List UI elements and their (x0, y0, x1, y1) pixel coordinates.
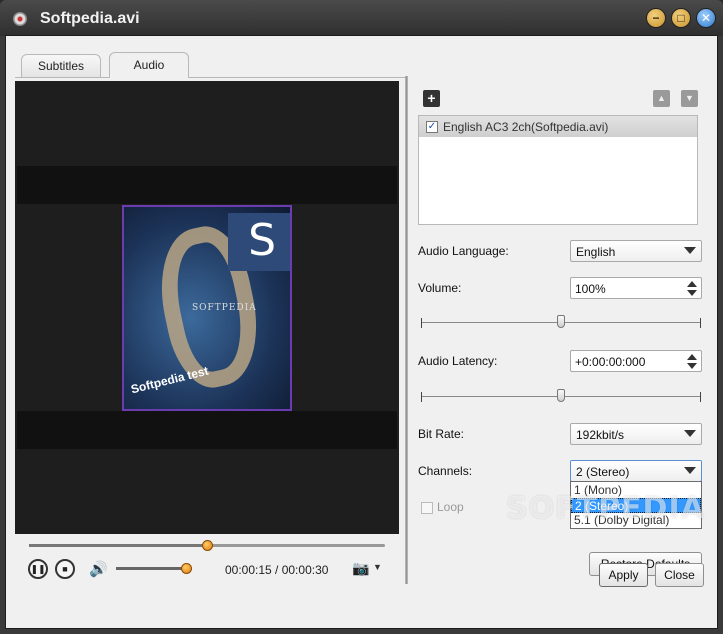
move-down-button[interactable]: ▼ (681, 90, 698, 107)
audio-settings-panel: + ▲ ▼ ✓ English AC3 2ch(Softpedia.avi) A… (411, 77, 711, 587)
seek-handle[interactable] (202, 540, 213, 551)
video-preview[interactable]: S SOFTPEDIA Softpedia test (15, 81, 399, 534)
audio-language-value: English (576, 245, 616, 259)
app-disc-icon (13, 12, 27, 26)
close-button[interactable]: Close (655, 563, 704, 587)
close-icon: ✕ (700, 11, 712, 25)
loop-checkbox[interactable] (421, 502, 433, 514)
chevron-down-icon (684, 430, 696, 437)
maximize-icon: □ (677, 11, 685, 25)
pause-icon: ❚❚ (30, 564, 46, 574)
letterbox-bottom (17, 411, 397, 449)
channels-value: 2 (Stereo) (576, 465, 630, 479)
speaker-icon[interactable]: 🔊 (89, 560, 108, 578)
channels-dropdown: 1 (Mono) 2 (Stereo) 5.1 (Dolby Digital) (570, 481, 702, 529)
minimize-button[interactable]: − (646, 8, 666, 28)
pause-button[interactable]: ❚❚ (28, 559, 48, 579)
window: Softpedia.avi − □ ✕ Subtitles Audio S SO… (0, 0, 723, 634)
audio-track-list[interactable]: ✓ English AC3 2ch(Softpedia.avi) (418, 115, 698, 225)
maximize-button[interactable]: □ (671, 8, 691, 28)
latency-slider[interactable] (421, 389, 701, 405)
camera-icon[interactable]: 📷 (352, 560, 369, 577)
move-up-button[interactable]: ▲ (653, 90, 670, 107)
seek-progress (29, 544, 207, 547)
dialog-body: Subtitles Audio S SOFTPEDIA Softpedia te… (6, 36, 717, 628)
slider-tick (700, 392, 701, 402)
loop-label: Loop (437, 500, 464, 514)
close-window-button[interactable]: ✕ (696, 8, 716, 28)
chevron-down-icon (684, 247, 696, 254)
track-checkbox[interactable]: ✓ (426, 121, 438, 133)
track-label: English AC3 2ch(Softpedia.avi) (443, 120, 609, 134)
volume-stepper[interactable]: 100% (570, 277, 702, 299)
poster-caption: Softpedia test (129, 363, 210, 397)
tab-audio[interactable]: Audio (109, 52, 189, 78)
stop-button[interactable]: ■ (55, 559, 75, 579)
audio-latency-value: +0:00:00:000 (575, 355, 646, 369)
slider-tick (421, 392, 422, 402)
tab-subtitles[interactable]: Subtitles (21, 54, 101, 78)
slider-tick (421, 318, 422, 328)
window-title: Softpedia.avi (40, 10, 140, 27)
minimize-icon: − (652, 11, 660, 25)
audio-language-label: Audio Language: (418, 244, 509, 258)
audio-language-select[interactable]: English (570, 240, 702, 262)
list-item[interactable]: ✓ English AC3 2ch(Softpedia.avi) (419, 116, 697, 137)
add-track-button[interactable]: + (423, 90, 440, 107)
slider-thumb[interactable] (557, 315, 565, 328)
video-frame: S SOFTPEDIA Softpedia test (122, 205, 292, 411)
bit-rate-value: 192kbit/s (576, 428, 625, 442)
volume-value: 100% (575, 282, 606, 296)
title-bar[interactable]: Softpedia.avi − □ ✕ (0, 0, 723, 36)
channels-select[interactable]: 2 (Stereo) (570, 460, 702, 482)
volume-handle[interactable] (181, 563, 192, 574)
letterbox-top (17, 166, 397, 204)
bit-rate-select[interactable]: 192kbit/s (570, 423, 702, 445)
chevron-down-icon (684, 467, 696, 474)
audio-latency-label: Audio Latency: (418, 354, 498, 368)
playback-time: 00:00:15 / 00:00:30 (225, 563, 329, 577)
panel-splitter[interactable] (405, 76, 408, 584)
apply-button[interactable]: Apply (599, 563, 648, 587)
tab-divider (15, 77, 405, 78)
volume-label: Volume: (418, 281, 462, 295)
spin-down-icon[interactable] (687, 363, 697, 369)
channels-label: Channels: (418, 464, 473, 478)
channels-option-stereo[interactable]: 2 (Stereo) (571, 498, 701, 513)
spin-up-icon[interactable] (687, 354, 697, 360)
stop-icon: ■ (62, 564, 68, 574)
poster-text: SOFTPEDIA (192, 303, 257, 313)
slider-thumb[interactable] (557, 389, 565, 402)
channels-option-dolby[interactable]: 5.1 (Dolby Digital) (571, 513, 701, 528)
spin-up-icon[interactable] (687, 281, 697, 287)
poster-logo: S (248, 215, 276, 266)
volume-level-slider[interactable] (421, 315, 701, 331)
volume-slider[interactable] (116, 563, 192, 574)
slider-tick (700, 318, 701, 328)
spin-down-icon[interactable] (687, 290, 697, 296)
audio-latency-stepper[interactable]: +0:00:00:000 (570, 350, 702, 372)
chevron-down-icon[interactable]: ▼ (373, 562, 382, 572)
bit-rate-label: Bit Rate: (418, 427, 465, 441)
channels-option-mono[interactable]: 1 (Mono) (571, 483, 701, 498)
seek-slider[interactable] (29, 540, 385, 551)
